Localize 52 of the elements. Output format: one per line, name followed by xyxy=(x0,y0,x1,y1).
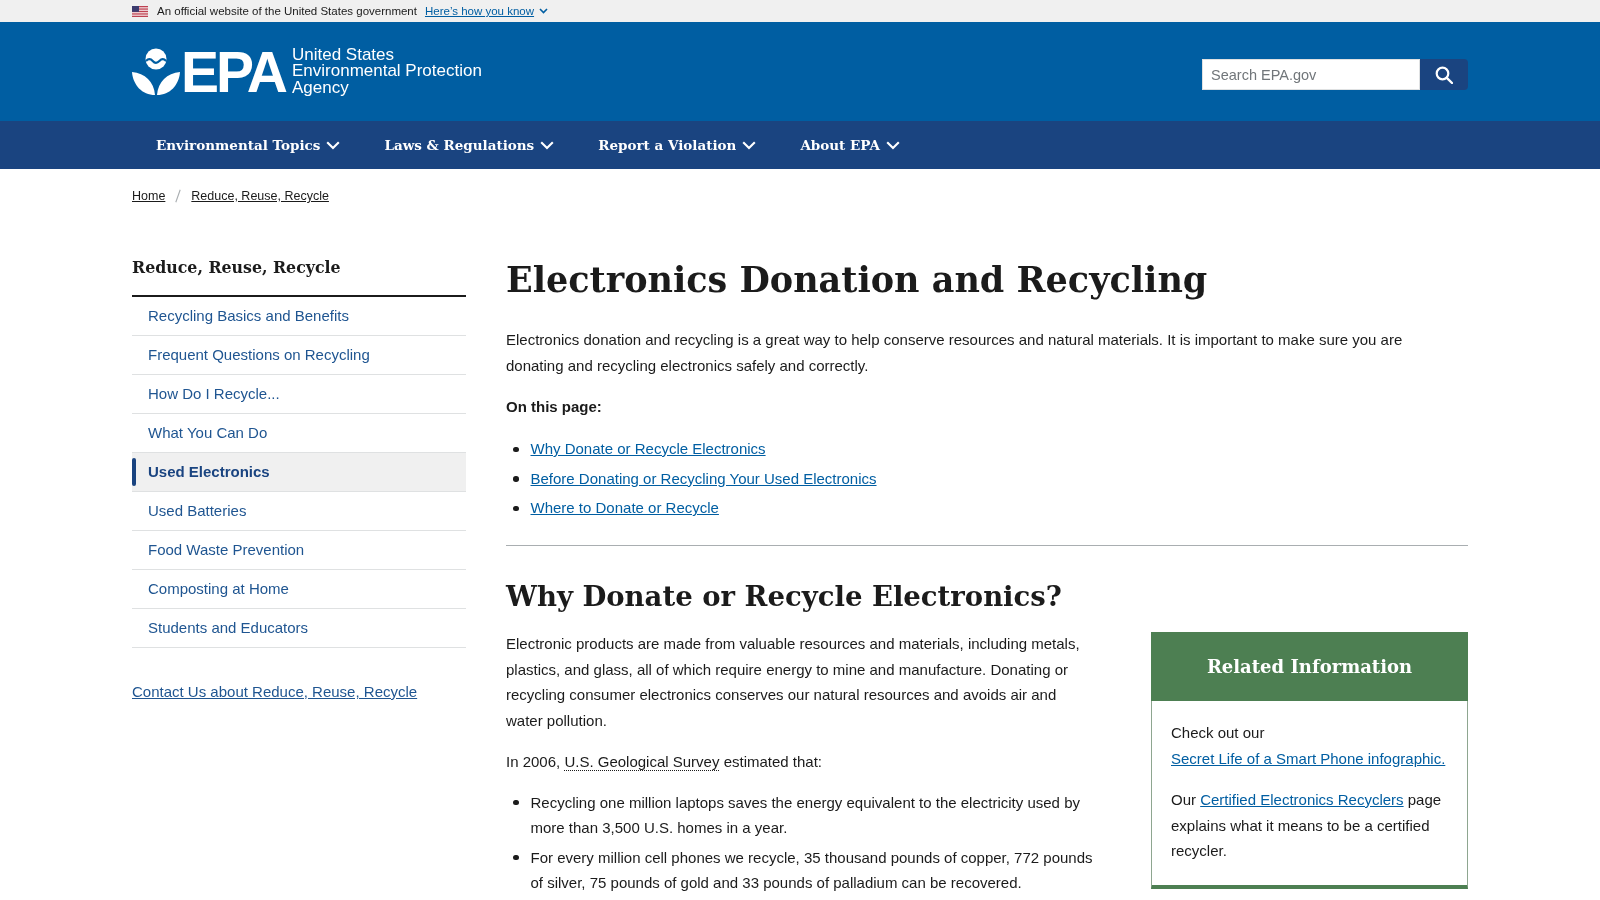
chevron-down-icon xyxy=(326,140,341,150)
intro-paragraph: Electronics donation and recycling is a great way to help conserve resources and natural materials. It is important to make sure you are donating and recycling electronics safely and correctly. xyxy=(506,330,1404,376)
panel-heading: Related Information xyxy=(1151,632,1468,701)
anchor-link[interactable]: Where to Donate or Recycle xyxy=(530,495,719,521)
inline-link[interactable]: Certified Electronics Recyclers xyxy=(1200,791,1404,808)
chevron-down-icon xyxy=(742,140,757,150)
list-item-text: Recycling one million laptops saves the energy equivalent to the electricity used by more than 3,500 U.S. homes in a year. xyxy=(530,792,1081,838)
list-item-text: For every million cell phones we recycle, 35 thousand pounds of copper, 772 pounds of silver, 75 pounds of gold and 33 pounds of palladium can be recovered. xyxy=(530,847,1094,893)
source-sentence: In 2006, U.S. Geological Survey estimated that: xyxy=(506,752,824,773)
body-paragraph: Electronic products are made from valuable resources and materials, including metals, plastics, and glass, all of which require energy to mine and manufacture. Donating or recycling consumer electronics conserves our natural resources and avoids air and water pollution. xyxy=(506,634,1081,731)
panel-paragraph: Our Certified Electronics Recyclers page explains what it means to be a certified recycler. xyxy=(1171,790,1443,861)
agency-name: United States Environmental Protection Agency xyxy=(292,46,482,97)
search-button[interactable] xyxy=(1420,59,1468,90)
sidebar-link[interactable]: Students and Educators xyxy=(132,609,466,648)
chevron-down-icon xyxy=(886,140,900,150)
search-icon xyxy=(1435,65,1453,84)
breadcrumb-link[interactable]: Reduce, Reuse, Recycle xyxy=(191,186,329,206)
sidebar-link[interactable]: Recycling Basics and Benefits xyxy=(132,297,466,336)
inline-link[interactable]: Secret Life of a Smart Phone infographic. xyxy=(1171,749,1446,767)
nav-menu-button[interactable]: About EPA xyxy=(800,134,900,156)
search-field[interactable]: Search EPA.gov xyxy=(1202,59,1420,90)
sidebar-link[interactable]: How Do I Recycle... xyxy=(132,375,466,414)
nav-menu-button[interactable]: Report a Violation xyxy=(598,134,757,156)
slash-icon xyxy=(175,189,182,203)
bullet-icon xyxy=(513,446,519,452)
flower-logo-icon xyxy=(132,47,180,96)
chevron-down-icon xyxy=(540,140,555,150)
logo-acronym: EPA xyxy=(181,47,285,96)
breadcrumb-link[interactable]: Home xyxy=(132,186,166,206)
sidebar-link[interactable]: Food Waste Prevention xyxy=(132,531,466,570)
flag-icon xyxy=(132,5,148,17)
sidebar-link[interactable]: Composting at Home xyxy=(132,570,466,609)
chevron-down-icon xyxy=(539,8,549,14)
banner-text: An official website of the United States government xyxy=(157,4,417,19)
nav-menu-button[interactable]: Laws & Regulations xyxy=(384,134,555,156)
nav-menu-button[interactable]: Environmental Topics xyxy=(156,134,341,156)
section-heading: Why Donate or Recycle Electronics? xyxy=(506,579,1063,614)
anchor-link[interactable]: Before Donating or Recycling Your Used Electronics xyxy=(530,465,877,492)
anchor-link[interactable]: Why Donate or Recycle Electronics xyxy=(530,436,766,462)
bullet-icon xyxy=(513,799,519,805)
on-this-page-label: On this page: xyxy=(506,397,603,417)
sidebar-link[interactable]: Used Batteries xyxy=(132,492,466,531)
bullet-icon xyxy=(513,476,519,482)
sidebar-link[interactable]: Frequent Questions on Recycling xyxy=(132,336,466,375)
bullet-icon xyxy=(513,854,519,860)
panel-paragraph: Check out our Secret Life of a Smart Phone infographic. xyxy=(1171,723,1447,769)
sidebar-title: Reduce, Reuse, Recycle xyxy=(132,256,466,297)
contact-link[interactable]: Contact Us about Reduce, Reuse, Recycle xyxy=(132,682,418,702)
bullet-icon xyxy=(513,505,519,511)
sidebar-link[interactable]: Used Electronics xyxy=(132,453,466,492)
page-title: Electronics Donation and Recycling xyxy=(506,258,1209,302)
how-you-know-link[interactable]: Here’s how you know xyxy=(424,3,549,19)
